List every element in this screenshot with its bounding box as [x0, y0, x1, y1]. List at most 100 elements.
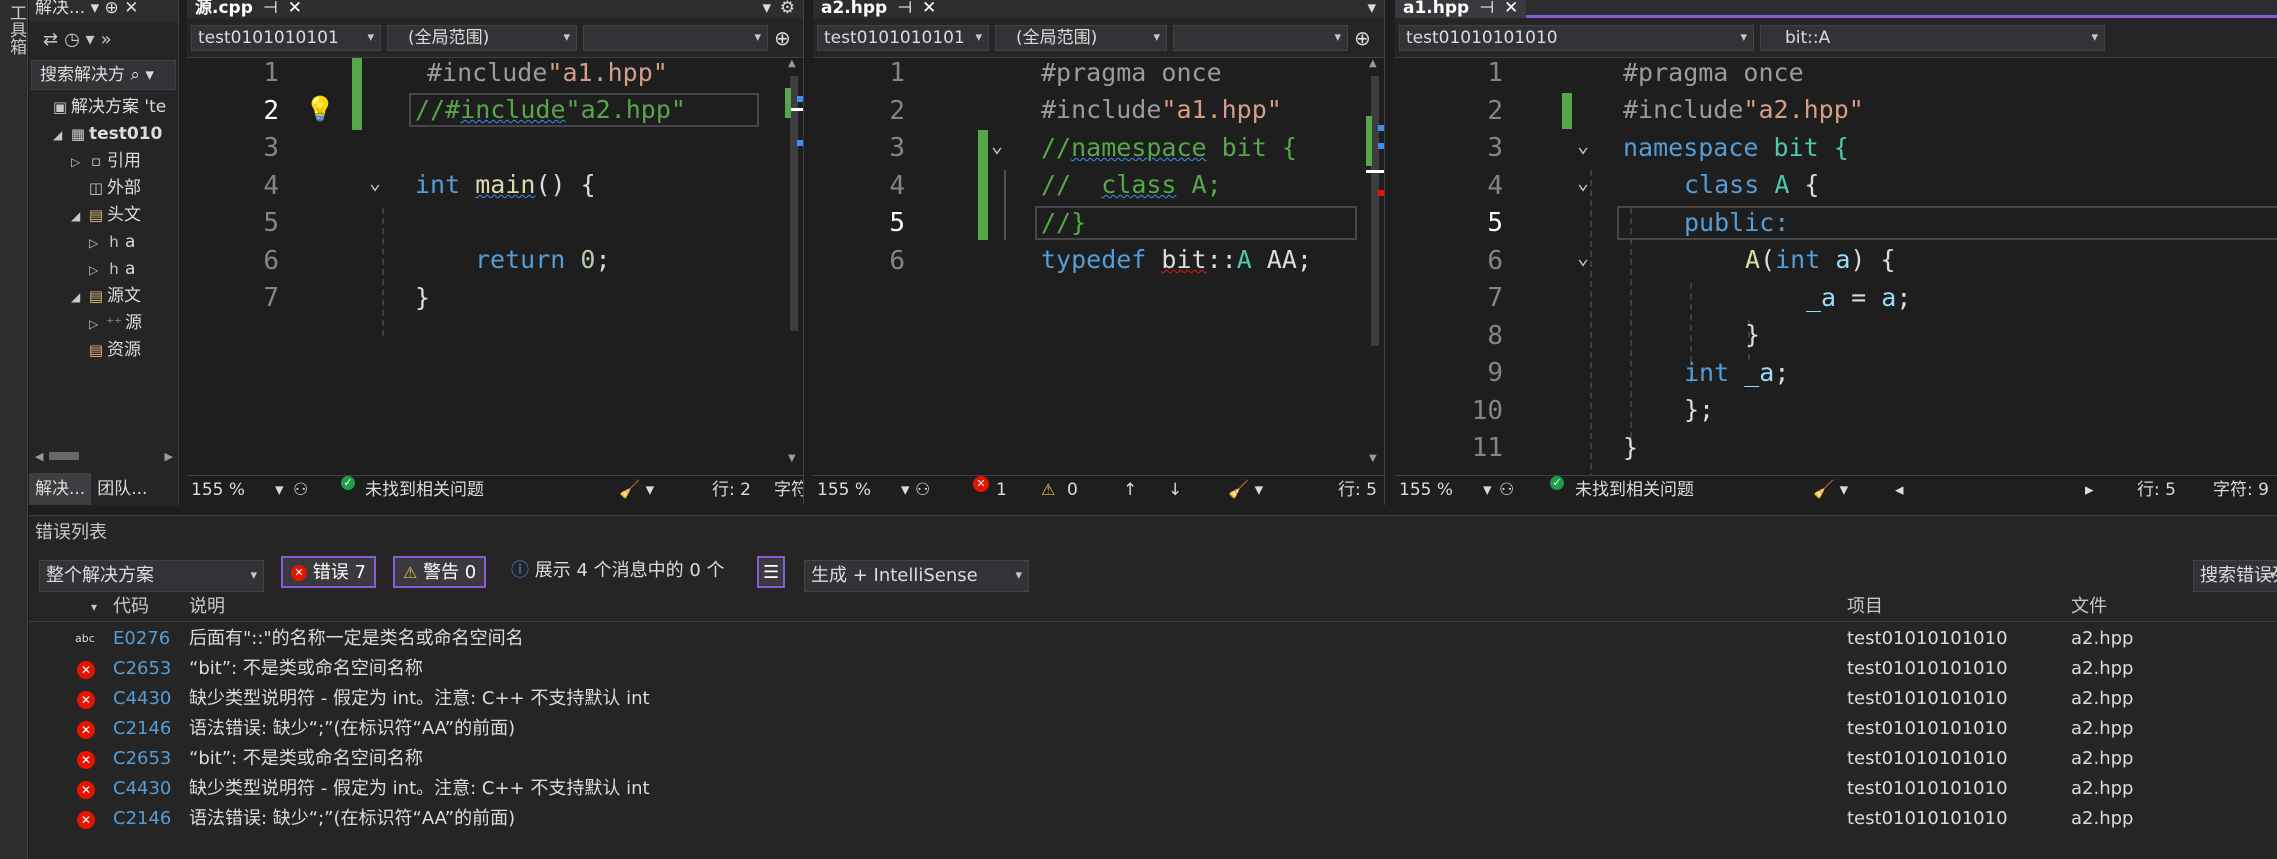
code-editor[interactable]: 1 2 3 4 5 6 7 8 9 10 11 ⌄ ⌄ ⌄ #pragma once #includ… — [1395, 58, 2277, 505]
zoom-dropdown[interactable]: 155 % — [817, 476, 871, 504]
column-project[interactable]: 项目 — [1847, 592, 1883, 622]
zoom-arrow-icon[interactable]: ▾ — [275, 476, 284, 504]
collapse-icon[interactable]: ⌄ — [1577, 245, 1589, 269]
close-icon[interactable]: ✕ — [288, 0, 302, 18]
error-row[interactable]: ✕ C2653 “bit”: 不是类或命名空间名称 test01010101010 a2… — [29, 744, 2277, 774]
tab-a2-hpp[interactable]: a2.hpp ⊣ ✕ — [813, 0, 944, 18]
pin-icon[interactable]: ⊣ — [897, 0, 912, 18]
split-icon[interactable]: ⊕ — [774, 26, 791, 50]
sort-icon[interactable]: ▾ — [91, 592, 97, 622]
error-count[interactable]: 1 — [996, 476, 1007, 504]
tab-source-cpp[interactable]: 源.cpp ⊣ ✕ — [187, 0, 310, 18]
expand-icon[interactable]: ▷ — [89, 230, 103, 257]
error-code[interactable]: C4430 — [113, 684, 171, 714]
dropdown-icon[interactable]: ▾ — [1367, 0, 1376, 17]
error-code[interactable]: C2653 — [113, 654, 171, 684]
build-source-dropdown[interactable]: 生成 + IntelliSense — [804, 560, 1029, 592]
scope-filter-dropdown[interactable]: 整个解决方案 — [39, 560, 264, 592]
cleanup-icon[interactable]: ⚇ — [293, 476, 308, 504]
gear-icon[interactable]: ⚙ — [780, 0, 795, 17]
error-code[interactable]: E0276 — [113, 624, 170, 654]
code-editor[interactable]: 1 2 3 4 5 6 7 💡 ⌄ #include"a1.hpp" //#include"… — [187, 58, 803, 476]
more-icon[interactable]: » — [101, 29, 112, 50]
messages-filter-button[interactable]: ⓘ 展示 4 个消息中的 0 个 — [511, 556, 725, 588]
tree-item[interactable]: ▣ 解决方案 'te — [29, 94, 178, 121]
error-row[interactable]: ✕ C2146 语法错误: 缺少“;”(在标识符“AA”的前面) test010101… — [29, 804, 2277, 834]
dropdown-icon[interactable]: ▾ — [762, 0, 771, 17]
vertical-scrollbar[interactable]: ▲ ▼ — [1366, 58, 1384, 478]
next-issue-icon[interactable]: ↓ — [1168, 476, 1182, 504]
solution-search-input[interactable]: 搜索解决方 ⌕ ▾ — [31, 60, 176, 90]
expand-icon[interactable]: ▷ — [89, 311, 103, 338]
char-indicator[interactable]: 字符: 9 — [2213, 476, 2269, 504]
lightbulb-icon[interactable]: 💡 — [305, 95, 335, 123]
error-code[interactable]: C2146 — [113, 714, 171, 744]
issues-label[interactable]: 未找到相关问题 — [1575, 476, 1694, 504]
toolbox-strip[interactable]: 工具箱 — [0, 0, 28, 859]
line-indicator[interactable]: 行: 5 — [2137, 476, 2176, 504]
expand-icon[interactable]: ▷ — [71, 149, 85, 176]
filter-icon[interactable]: ☰ — [757, 556, 786, 588]
tree-item[interactable]: ◢ ▦ test010 — [29, 121, 178, 148]
line-indicator[interactable]: 行: 2 — [712, 476, 751, 504]
tree-item[interactable]: ▷ h a — [29, 229, 178, 256]
horizontal-scrollbar[interactable]: ◀ ▶ — [35, 450, 173, 464]
error-code[interactable]: C2146 — [113, 804, 171, 834]
pin-icon[interactable]: ⊣ — [1479, 0, 1494, 18]
warning-icon[interactable]: ⚠ — [1041, 476, 1055, 504]
code-cleanup-icon[interactable]: 🧹 ▾ — [1228, 476, 1263, 504]
expand-icon[interactable]: ◢ — [71, 203, 85, 230]
tab-a1-hpp[interactable]: a1.hpp ⊣ ✕ — [1395, 0, 1527, 18]
close-icon[interactable]: ✕ — [922, 0, 936, 18]
code-cleanup-icon[interactable]: 🧹 ▾ — [1813, 476, 1848, 504]
code-cleanup-icon[interactable]: 🧹 ▾ — [619, 476, 654, 504]
project-dropdown[interactable]: test01010101010 — [1399, 24, 1754, 51]
member-dropdown[interactable] — [583, 24, 768, 51]
tab-solution-explorer[interactable]: 解决... — [29, 473, 92, 505]
toolbox-label[interactable]: 工具箱 — [4, 4, 29, 55]
error-row[interactable]: ✕ C2653 “bit”: 不是类或命名空间名称 test01010101010 a2… — [29, 654, 2277, 684]
error-code[interactable]: C2653 — [113, 744, 171, 774]
zoom-arrow-icon[interactable]: ▾ — [901, 476, 910, 504]
project-dropdown[interactable]: test0101010101 — [817, 24, 989, 51]
column-file[interactable]: 文件 — [2071, 592, 2107, 622]
scroll-left-icon[interactable]: ◂ — [1895, 476, 1904, 504]
tree-item[interactable]: ▷ ▫ 引用 — [29, 148, 178, 175]
vertical-scrollbar[interactable]: ▲ ▼ — [785, 58, 803, 478]
error-row[interactable]: abc E0276 后面有"::"的名称一定是类名或命名空间名 test0101010… — [29, 624, 2277, 654]
error-search-input[interactable]: 搜索错误列 — [2193, 560, 2277, 592]
tab-team-explorer[interactable]: 团队... — [91, 473, 153, 505]
error-row[interactable]: ✕ C4430 缺少类型说明符 - 假定为 int。注意: C++ 不支持默认 in… — [29, 774, 2277, 804]
tree-item[interactable]: ▷ ⁺⁺ 源 — [29, 310, 178, 337]
collapse-icon[interactable]: ⌄ — [1577, 170, 1589, 194]
expand-icon[interactable]: ◢ — [53, 122, 67, 149]
scope-dropdown[interactable]: bit::A — [1760, 24, 2105, 51]
expand-icon[interactable]: ◢ — [71, 284, 85, 311]
tree-item[interactable]: ◫ 外部 — [29, 175, 178, 202]
pin-icon[interactable]: ⊣ — [263, 0, 278, 18]
error-row[interactable]: ✕ C2146 语法错误: 缺少“;”(在标识符“AA”的前面) test010101… — [29, 714, 2277, 744]
warnings-filter-button[interactable]: ⚠ 警告 0 — [393, 556, 487, 588]
char-indicator[interactable]: 字符 — [774, 476, 803, 504]
close-icon[interactable]: ✕ — [1504, 0, 1518, 18]
scope-dropdown[interactable]: (全局范围) — [995, 24, 1167, 51]
tree-item[interactable]: ◢ ▤ 源文 — [29, 283, 178, 310]
zoom-dropdown[interactable]: 155 % — [191, 476, 245, 504]
column-description[interactable]: 说明 — [189, 592, 225, 622]
tree-item[interactable]: ▷ h a — [29, 256, 178, 283]
tree-item[interactable]: ◢ ▤ 头文 — [29, 202, 178, 229]
split-icon[interactable]: ⊕ — [1354, 26, 1371, 50]
errors-filter-button[interactable]: ✕ 错误 7 — [281, 556, 376, 588]
collapse-icon[interactable]: ⌄ — [991, 133, 1003, 157]
scope-dropdown[interactable]: (全局范围) — [387, 24, 577, 51]
collapse-icon[interactable]: ⌄ — [1577, 133, 1589, 157]
error-code[interactable]: C4430 — [113, 774, 171, 804]
project-dropdown[interactable]: test0101010101 — [191, 24, 381, 51]
solution-explorer-title[interactable]: 解决... ▾ ⊕ ✕ — [29, 0, 178, 22]
history-icon[interactable]: ◷ ▾ — [64, 29, 94, 50]
cleanup-icon[interactable]: ⚇ — [915, 476, 930, 504]
zoom-arrow-icon[interactable]: ▾ — [1483, 476, 1492, 504]
previous-issue-icon[interactable]: ↑ — [1123, 476, 1137, 504]
cleanup-icon[interactable]: ⚇ — [1499, 476, 1514, 504]
error-row[interactable]: ✕ C4430 缺少类型说明符 - 假定为 int。注意: C++ 不支持默认 in… — [29, 684, 2277, 714]
